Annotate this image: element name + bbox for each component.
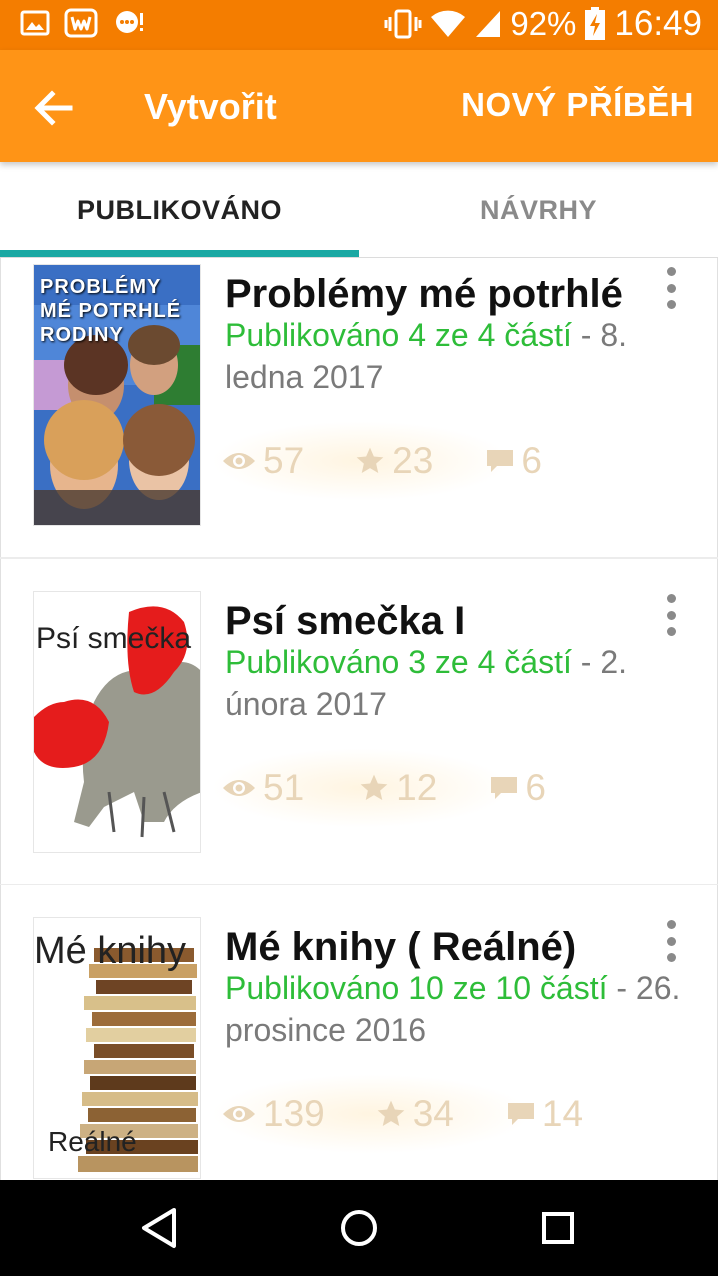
views-count: 139 — [263, 1093, 325, 1134]
status-bar: 92% 16:49 — [0, 0, 718, 50]
story-cover[interactable]: Psí smečka — [33, 591, 201, 853]
story-cover[interactable]: Mé knihy Reálné — [33, 917, 201, 1179]
tab-drafts[interactable]: NÁVRHY — [359, 162, 718, 258]
battery-charging-icon — [585, 7, 606, 40]
views-stat: 57 — [221, 440, 304, 482]
votes-count: 23 — [392, 440, 434, 481]
more-options-icon[interactable] — [661, 591, 681, 639]
story-meta: Publikováno 10 ze 10 částí - 26. prosinc… — [225, 967, 695, 1051]
eye-icon — [223, 780, 255, 796]
votes-count: 34 — [412, 1093, 454, 1134]
tab-published[interactable]: PUBLIKOVÁNO — [0, 162, 359, 258]
back-triangle-icon[interactable] — [134, 1202, 186, 1254]
eye-icon — [223, 1106, 255, 1122]
more-options-icon[interactable] — [661, 264, 681, 312]
new-story-button[interactable]: NOVÝ PŘÍBĚH — [461, 86, 694, 124]
comment-icon — [487, 450, 514, 472]
tab-bar: PUBLIKOVÁNO NÁVRHY — [0, 162, 718, 258]
star-icon — [356, 447, 384, 473]
tab-indicator — [0, 250, 359, 257]
votes-stat: 23 — [354, 440, 433, 482]
views-stat: 51 — [221, 767, 304, 809]
story-stats: 139 34 14 — [211, 1074, 583, 1154]
arrow-back-icon[interactable] — [26, 80, 82, 136]
story-card[interactable]: PROBLÉMY MÉ POTRHLÉ RODINY Problémy mé p… — [0, 258, 718, 557]
published-status: Publikováno 4 ze 4 částí — [225, 317, 572, 353]
image-icon — [20, 10, 50, 36]
eye-icon — [223, 453, 255, 469]
comments-count: 6 — [521, 440, 542, 481]
screen: 92% 16:49 Vytvořit NOVÝ PŘÍBĚH PUBLIKOVÁ… — [0, 0, 718, 1276]
published-status: Publikováno 3 ze 4 částí — [225, 644, 572, 680]
vibrate-icon — [384, 9, 422, 39]
page-title: Vytvořit — [144, 86, 277, 127]
comments-stat: 14 — [506, 1093, 583, 1135]
views-count: 51 — [263, 767, 305, 808]
system-icons: 92% 16:49 — [384, 4, 702, 44]
story-card[interactable]: Psí smečka Psí smečka I Publikováno 3 ze… — [0, 559, 718, 884]
cover-text-top: Mé knihy — [34, 930, 187, 972]
chat-notification-icon — [116, 11, 143, 33]
more-options-icon[interactable] — [661, 917, 681, 965]
story-stats: 51 12 6 — [211, 748, 546, 828]
comments-count: 6 — [525, 767, 546, 808]
votes-count: 12 — [396, 767, 438, 808]
cover-text-title: PROBLÉMY MÉ POTRHLÉ RODINY — [40, 276, 182, 346]
wattpad-notification-icon — [64, 8, 98, 38]
recents-square-icon[interactable] — [532, 1202, 584, 1254]
story-meta: Publikováno 4 ze 4 částí - 8. ledna 2017 — [225, 314, 695, 398]
story-title[interactable]: Mé knihy ( Reálné) — [225, 925, 576, 970]
notification-icons — [20, 8, 146, 38]
comments-stat: 6 — [485, 440, 542, 482]
cover-text-bottom: Reálné — [48, 1126, 137, 1157]
comments-stat: 6 — [489, 767, 546, 809]
story-title[interactable]: Psí smečka I — [225, 599, 465, 644]
system-navigation-bar — [0, 1180, 718, 1276]
views-stat: 139 — [221, 1093, 325, 1135]
battery-percent: 92% — [510, 5, 577, 42]
comment-icon — [491, 777, 518, 799]
story-card[interactable]: Mé knihy Reálné Mé knihy ( Reálné) Publi… — [0, 885, 718, 1180]
story-cover[interactable]: PROBLÉMY MÉ POTRHLÉ RODINY — [33, 264, 201, 526]
story-stats: 57 23 6 — [211, 421, 542, 501]
star-icon — [377, 1100, 405, 1126]
comment-icon — [507, 1103, 534, 1125]
wifi-icon — [431, 10, 466, 37]
app-bar: Vytvořit NOVÝ PŘÍBĚH — [0, 50, 718, 162]
comments-count: 14 — [541, 1093, 584, 1134]
story-meta: Publikováno 3 ze 4 částí - 2. února 2017 — [225, 641, 695, 725]
clock: 16:49 — [614, 4, 702, 43]
home-circle-icon[interactable] — [333, 1202, 385, 1254]
votes-stat: 34 — [375, 1093, 454, 1135]
signal-icon — [476, 11, 501, 37]
views-count: 57 — [263, 440, 305, 481]
story-title[interactable]: Problémy mé potrhlé — [225, 272, 623, 317]
cover-text: Psí smečka — [36, 622, 192, 655]
story-list[interactable]: PROBLÉMY MÉ POTRHLÉ RODINY Problémy mé p… — [0, 258, 718, 1180]
star-icon — [360, 774, 388, 800]
published-status: Publikováno 10 ze 10 částí — [225, 970, 608, 1006]
votes-stat: 12 — [358, 767, 437, 809]
